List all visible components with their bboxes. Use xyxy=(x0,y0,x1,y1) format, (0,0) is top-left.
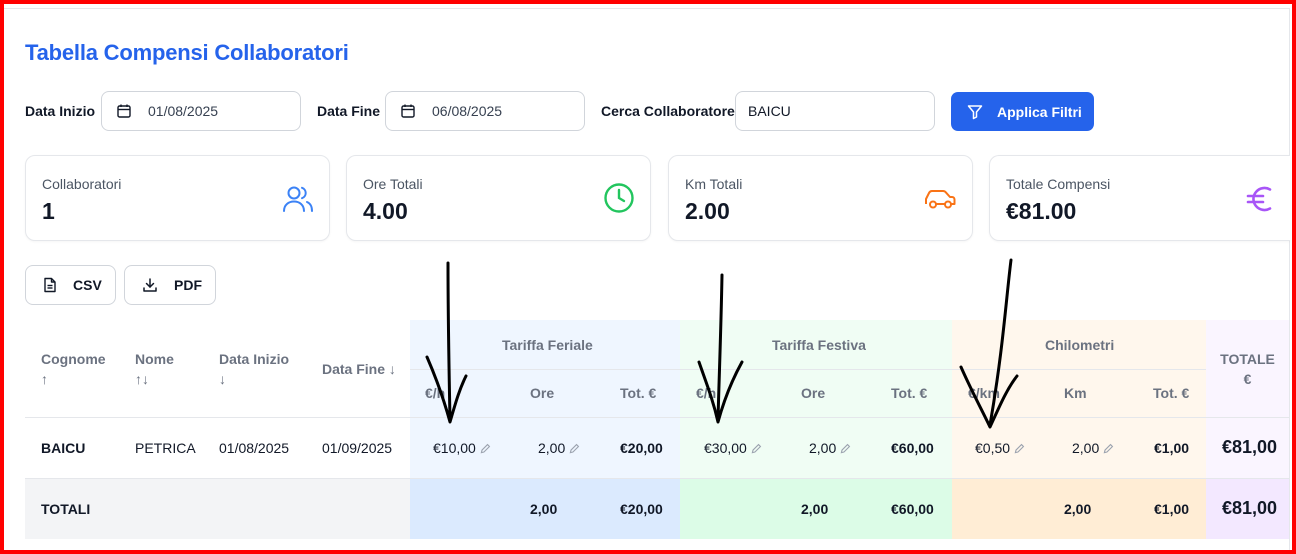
totals-fer-ore: 2,00 xyxy=(530,501,558,517)
page-title: Tabella Compensi Collaboratori xyxy=(25,40,349,65)
clock-icon xyxy=(604,183,634,213)
sub-header-km-rate: €/km xyxy=(968,385,1000,401)
totals-fer-tot: €20,00 xyxy=(620,501,663,517)
export-csv-label: CSV xyxy=(73,277,102,293)
cell-cognome: BAICU xyxy=(41,440,86,456)
totals-km-tot: €1,00 xyxy=(1154,501,1190,517)
totals-fes-tot: €60,00 xyxy=(891,501,934,517)
cell-fes-rate[interactable]: €30,00 xyxy=(704,440,762,456)
stat-card-collaboratori: Collaboratori 1 xyxy=(25,155,330,241)
apply-filters-button[interactable]: Applica Filtri xyxy=(951,92,1094,131)
sub-header-fer-tot: Tot. € xyxy=(620,385,657,401)
stat-value: 2.00 xyxy=(685,198,730,224)
search-input[interactable]: BAICU xyxy=(735,91,935,131)
header-divider xyxy=(410,369,1206,370)
col-header-nome[interactable]: Nome ↑↓ xyxy=(135,349,174,389)
stat-label: Km Totali xyxy=(685,176,743,192)
cell-fes-ore[interactable]: 2,00 xyxy=(809,440,851,456)
pencil-icon[interactable] xyxy=(569,443,580,454)
cell-km-km[interactable]: 2,00 xyxy=(1072,440,1114,456)
pencil-icon[interactable] xyxy=(751,443,762,454)
cell-totale: €81,00 xyxy=(1222,437,1278,457)
stat-value: 1 xyxy=(42,198,55,224)
cell-data-fine: 01/09/2025 xyxy=(322,440,393,456)
row-divider xyxy=(25,478,1289,479)
download-icon xyxy=(143,278,157,292)
sub-header-fes-ore: Ore xyxy=(801,385,826,401)
sub-header-fer-ore: Ore xyxy=(530,385,555,401)
sub-header-km-tot: Tot. € xyxy=(1153,385,1190,401)
search-label: Cerca Collaboratore xyxy=(601,103,735,119)
totals-km-km: 2,00 xyxy=(1064,501,1092,517)
cell-km-rate[interactable]: €0,50 xyxy=(975,440,1025,456)
cell-nome: PETRICA xyxy=(135,440,196,456)
end-date-value: 06/08/2025 xyxy=(432,103,503,119)
cell-fes-tot: €60,00 xyxy=(891,440,934,456)
cell-fer-rate[interactable]: €10,00 xyxy=(433,440,491,456)
divider xyxy=(4,8,1290,9)
export-pdf-label: PDF xyxy=(174,277,202,293)
totals-fes-ore: 2,00 xyxy=(801,501,829,517)
apply-filters-label: Applica Filtri xyxy=(997,103,1082,120)
search-value: BAICU xyxy=(748,103,791,119)
euro-icon xyxy=(1246,186,1272,212)
export-csv-button[interactable]: CSV xyxy=(25,265,116,305)
start-date-value: 01/08/2025 xyxy=(148,103,219,119)
cell-km-tot: €1,00 xyxy=(1154,440,1190,456)
col-header-data-fine[interactable]: Data Fine ↓ xyxy=(322,359,396,379)
cell-fer-tot: €20,00 xyxy=(620,440,663,456)
calendar-icon xyxy=(117,104,131,118)
col-header-data-inizio[interactable]: Data Inizio ↓ xyxy=(219,349,289,389)
end-date-label: Data Fine xyxy=(317,103,381,119)
users-icon xyxy=(283,186,313,212)
group-header-festiva: Tariffa Festiva xyxy=(772,337,866,353)
group-header-km: Chilometri xyxy=(1045,337,1115,353)
sub-header-fes-tot: Tot. € xyxy=(891,385,928,401)
col-header-totale: TOTALE € xyxy=(1220,351,1275,387)
stat-value: 4.00 xyxy=(363,198,408,224)
file-text-icon xyxy=(44,277,56,293)
end-date-input[interactable]: 06/08/2025 xyxy=(385,91,585,131)
stat-card-km: Km Totali 2.00 xyxy=(668,155,973,241)
export-pdf-button[interactable]: PDF xyxy=(124,265,216,305)
compensi-table: Cognome ↑ Nome ↑↓ Data Inizio ↓ Data Fine ↓… xyxy=(25,320,1289,539)
calendar-icon xyxy=(401,104,415,118)
stat-label: Totale Compensi xyxy=(1006,176,1111,192)
pencil-icon[interactable] xyxy=(840,443,851,454)
pencil-icon[interactable] xyxy=(480,443,491,454)
group-header-feriale: Tariffa Feriale xyxy=(502,337,593,353)
totals-label: TOTALI xyxy=(41,501,91,517)
car-icon xyxy=(925,190,956,209)
sub-header-fer-rate: €/h xyxy=(425,385,446,401)
stat-card-totale: Totale Compensi €81.00 xyxy=(989,155,1290,241)
stat-label: Collaboratori xyxy=(42,176,122,192)
sub-header-km-km: Km xyxy=(1064,385,1087,401)
cell-fer-ore[interactable]: 2,00 xyxy=(538,440,580,456)
start-date-input[interactable]: 01/08/2025 xyxy=(101,91,301,131)
pencil-icon[interactable] xyxy=(1014,443,1025,454)
scrollbar-edge xyxy=(1289,8,1290,550)
stat-label: Ore Totali xyxy=(363,176,423,192)
filter-icon xyxy=(967,104,983,119)
header-bottom-divider xyxy=(25,417,1289,418)
cell-data-inizio: 01/08/2025 xyxy=(219,440,290,456)
col-header-cognome[interactable]: Cognome ↑ xyxy=(41,349,106,389)
stat-value: €81.00 xyxy=(1006,198,1077,224)
pencil-icon[interactable] xyxy=(1103,443,1114,454)
totals-totale: €81,00 xyxy=(1222,498,1278,518)
stat-card-ore: Ore Totali 4.00 xyxy=(346,155,651,241)
start-date-label: Data Inizio xyxy=(25,103,96,119)
sub-header-fes-rate: €/h xyxy=(696,385,717,401)
